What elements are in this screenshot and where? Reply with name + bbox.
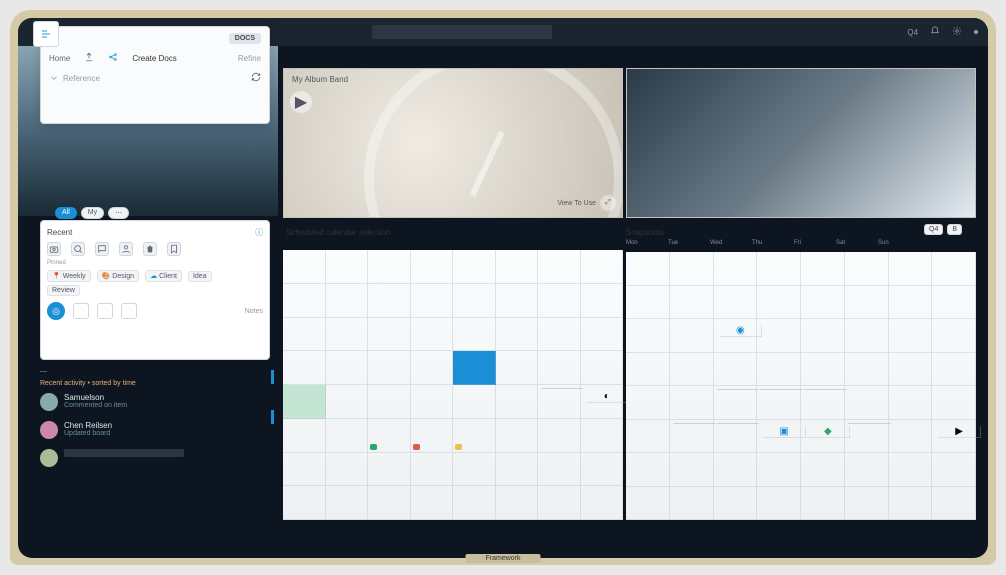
cell-icon: ◆ [807,426,850,438]
calendar-grid-b[interactable]: ◉ ▣◆▶ [626,252,976,520]
chip-q4[interactable]: Q4 [924,224,943,235]
info-icon[interactable]: ⓘ [255,227,263,238]
screen: Q4 DOCS Home Create Docs Re [18,18,988,558]
topbar-item[interactable]: Q4 [907,28,918,37]
pill-more-icon[interactable]: ⋯ [108,207,129,219]
cell-icon: ▣ [763,426,806,438]
chat-icon[interactable] [95,242,109,256]
hero-tile-clock[interactable]: My Album Band ▶ View To Use ⤢ [283,68,623,218]
chip-design[interactable]: 🎨Design [97,270,140,282]
play-icon[interactable]: ▶ [290,91,312,113]
feed-item-sub: Commented on item [64,402,127,409]
side-small-label: Pinned [47,260,263,266]
bookmark-icon[interactable] [167,242,181,256]
refresh-icon[interactable] [251,72,261,84]
feed-item-name: Samuelson [64,393,127,402]
feed-item-name: Chen Reilsen [64,421,112,430]
add-button[interactable]: ◎ [47,302,65,320]
board-filter-chips: Q4 B [924,224,962,235]
upload-icon[interactable] [84,52,94,64]
feed-item[interactable] [40,449,270,467]
expand-icon[interactable]: ⤢ [600,195,616,211]
laptop-frame: Q4 DOCS Home Create Docs Re [10,10,996,565]
chip-b[interactable]: B [947,224,962,235]
bell-icon[interactable] [930,26,940,38]
thumb [760,389,803,390]
avatar [40,393,58,411]
thumb [804,389,847,390]
chip-weekly[interactable]: 📍Weekly [47,270,91,282]
chip-idea[interactable]: Idea [188,271,212,282]
tab-refine[interactable]: Refine [238,54,261,63]
bag-icon[interactable] [143,242,157,256]
calendar-cell-selected[interactable] [453,351,496,385]
panel-sub: Reference [63,74,100,83]
search-input[interactable] [372,25,552,39]
side-foot: Notes [245,308,263,315]
side-title: Recent [47,228,72,237]
share-icon[interactable] [108,52,118,64]
avatar [541,388,583,389]
feed-meta: Recent activity • sorted by time [40,380,270,387]
tab-home[interactable]: Home [49,54,70,63]
tile-corner-label: View To Use [557,200,596,207]
laptop-brand: Framework [465,554,540,563]
panel-handle-icon[interactable] [33,21,59,47]
floating-panel: DOCS Home Create Docs Refine Reference [40,26,270,124]
thumb [848,423,891,424]
avatar [40,421,58,439]
side-panel-recent: All My ⋯ Recent ⓘ Pinned 📍Weekly 🎨Design [40,220,270,360]
gear-icon[interactable] [952,26,962,38]
list-icon[interactable] [97,303,113,319]
pill-my[interactable]: My [81,207,104,219]
chevron-down-icon[interactable] [49,73,59,83]
indicator [271,370,274,384]
calendar-cell[interactable] [283,385,326,419]
cell-icon: ◉ [720,325,763,337]
thumb [717,423,760,424]
feed-item[interactable]: Samuelson Commented on item [40,393,270,411]
grid-icon[interactable] [73,303,89,319]
tile-overlay-title: My Album Band [292,75,348,84]
thumb [717,389,760,390]
cell-icon: ▶ [938,426,981,438]
feed-item-sub: Updated board [64,430,112,437]
chip-client[interactable]: ☁Client [145,270,182,282]
menu-dot-icon[interactable] [974,30,978,34]
indicator [271,410,274,424]
activity-feed: ⎯⎯ Recent activity • sorted by time Samu… [40,368,270,477]
section-title-board: Snapshots [626,228,664,237]
feed-item[interactable]: Chen Reilsen Updated board [40,421,270,439]
tag-red[interactable] [413,444,420,450]
tag-yellow[interactable] [455,444,462,450]
feed-heading: ⎯⎯ [40,368,270,376]
avatar [40,449,58,467]
tab-create[interactable]: Create Docs [132,54,176,63]
pill-all[interactable]: All [55,207,77,219]
camera-icon[interactable] [47,242,61,256]
cell-icon: ◐ [587,391,629,403]
thumb [673,423,716,424]
feed-item-placeholder [64,449,184,457]
tag-green[interactable] [370,444,377,450]
calendar-grid-a[interactable]: ◐ [283,250,623,520]
search-icon[interactable] [71,242,85,256]
docs-badge[interactable]: DOCS [229,33,261,44]
card-icon[interactable] [121,303,137,319]
board-weekday-header: Mon Tue Wed Thu Fri Sat Sun [626,240,902,246]
chip-review[interactable]: Review [47,285,80,296]
section-title-calendar: Scheduled calendar selection [286,228,391,237]
user-icon[interactable] [119,242,133,256]
hero-tile-laptop[interactable] [626,68,976,218]
